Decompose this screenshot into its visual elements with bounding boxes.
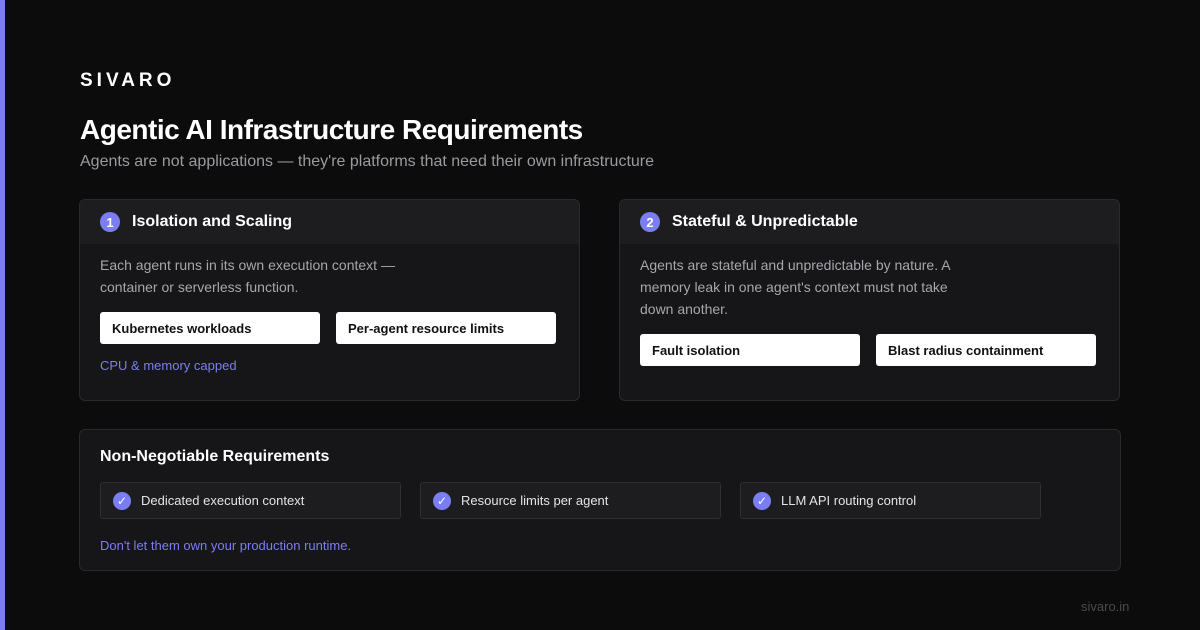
check-icon: ✓: [433, 491, 451, 510]
page-title: Agentic AI Infrastructure Requirements: [80, 114, 583, 145]
check-icon: ✓: [113, 491, 131, 510]
check-icon: ✓: [753, 491, 771, 510]
number-badge: 2: [640, 212, 660, 232]
requirement-label: LLM API routing control: [781, 493, 917, 508]
requirement-label: Resource limits per agent: [461, 493, 609, 508]
card-title: Stateful & Unpredictable: [672, 213, 858, 230]
tag-fault-isolation: Fault isolation: [640, 334, 860, 366]
number-badge: 1: [100, 212, 120, 232]
card-header: 2 Stateful & Unpredictable: [620, 200, 1119, 244]
page-subtitle: Agents are not applications — they're pl…: [80, 153, 655, 170]
requirements-footer: Don't let them own your production runti…: [100, 538, 352, 553]
card-stateful-unpredictable: 2 Stateful & Unpredictable Agents are st…: [619, 199, 1120, 401]
card-body: Agents are stateful and unpredictable by…: [620, 244, 1119, 366]
tag-kubernetes-workloads: Kubernetes workloads: [100, 312, 320, 344]
requirements-title: Non-Negotiable Requirements: [100, 448, 330, 465]
requirement-label: Dedicated execution context: [141, 493, 305, 508]
requirement-item: ✓ Dedicated execution context: [100, 482, 401, 519]
tag-row: Kubernetes workloads Per-agent resource …: [100, 312, 559, 344]
site-url: sivaro.in: [1081, 599, 1130, 614]
card-isolation-scaling: 1 Isolation and Scaling Each agent runs …: [79, 199, 580, 401]
card-header: 1 Isolation and Scaling: [80, 200, 579, 244]
requirement-item: ✓ LLM API routing control: [740, 482, 1041, 519]
tag-per-agent-resource-limits: Per-agent resource limits: [336, 312, 556, 344]
accent-bar: [0, 0, 5, 630]
card-note: CPU & memory capped: [100, 358, 237, 373]
tag-blast-radius-containment: Blast radius containment: [876, 334, 1096, 366]
card-title: Isolation and Scaling: [132, 213, 293, 230]
card-body: Each agent runs in its own execution con…: [80, 244, 579, 373]
card-description: Each agent runs in its own execution con…: [100, 257, 395, 295]
requirements-card: Non-Negotiable Requirements ✓ Dedicated …: [79, 429, 1121, 571]
brand-logo: SIVARO: [80, 70, 176, 91]
card-description: Agents are stateful and unpredictable by…: [640, 257, 950, 317]
tag-row: Fault isolation Blast radius containment: [640, 334, 1099, 366]
requirements-list: ✓ Dedicated execution context ✓ Resource…: [100, 482, 1041, 519]
requirement-item: ✓ Resource limits per agent: [420, 482, 721, 519]
